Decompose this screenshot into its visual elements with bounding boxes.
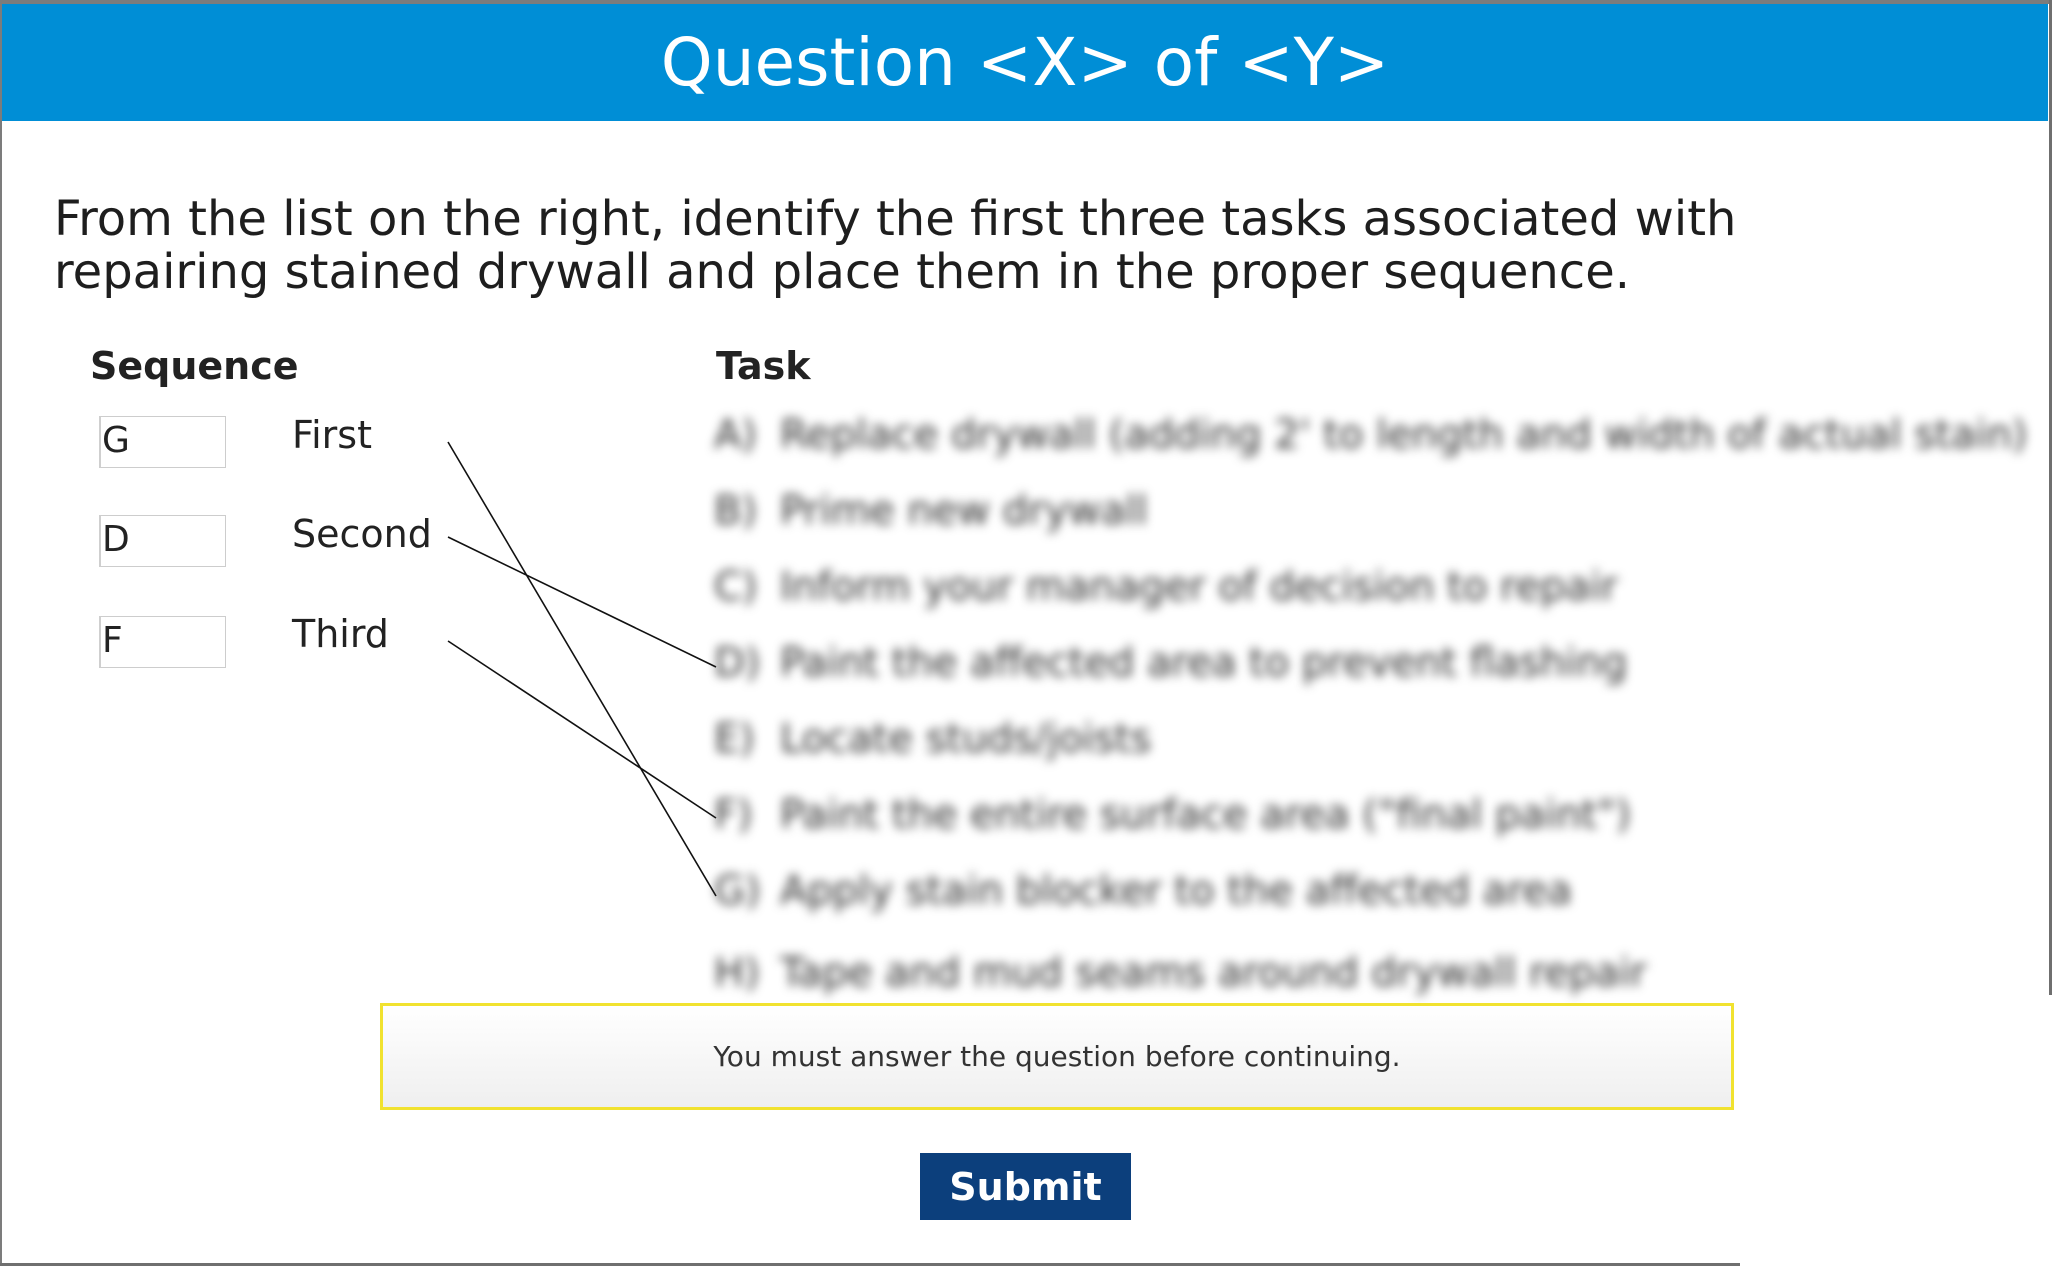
task-item[interactable]: F) Paint the entire surface area ("final … (714, 792, 1631, 838)
task-item[interactable]: G) Apply stain blocker to the affected ar… (714, 868, 1572, 914)
task-item[interactable]: C) Inform your manager of decision to rep… (714, 564, 1618, 610)
alert-message: You must answer the question before cont… (713, 1040, 1401, 1073)
task-item[interactable]: B) Prime new drywall (714, 488, 1148, 534)
line-second-to-d (447, 536, 717, 668)
validation-alert: You must answer the question before cont… (380, 1003, 1734, 1110)
task-item[interactable]: D) Paint the affected area to prevent fla… (714, 640, 1627, 686)
task-item[interactable]: H) Tape and mud seams around drywall repa… (714, 950, 1647, 996)
submit-button[interactable]: Submit (920, 1153, 1131, 1220)
task-item[interactable]: E) Locate studs/joists (714, 716, 1151, 762)
line-first-to-g (447, 441, 717, 897)
task-item[interactable]: A) Replace drywall (adding 2' to length a… (714, 412, 2028, 458)
